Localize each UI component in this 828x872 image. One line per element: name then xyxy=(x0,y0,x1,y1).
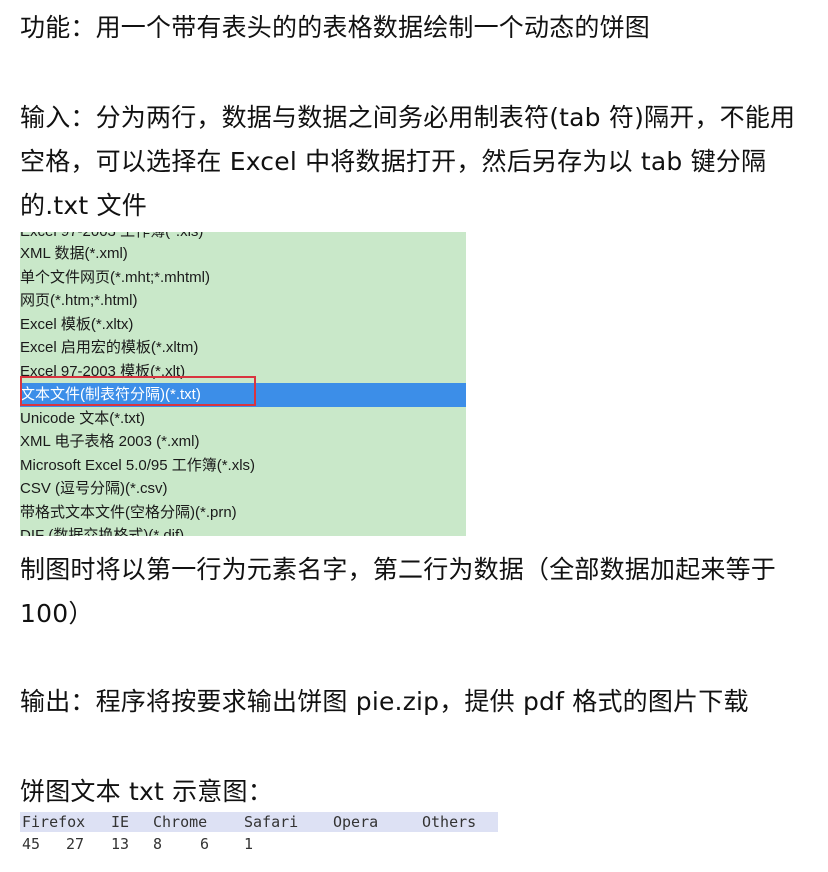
txt-values-row: 45 27 13 8 6 1 xyxy=(20,834,498,854)
save-type-item[interactable]: XML 数据(*.xml) xyxy=(20,242,466,266)
txt-header-cell: Safari xyxy=(244,813,299,831)
txt-value-cell: 6 xyxy=(200,835,210,853)
save-type-item-selected[interactable]: 文本文件(制表符分隔)(*.txt) xyxy=(20,383,466,407)
save-type-item[interactable]: 单个文件网页(*.mht;*.mhtml) xyxy=(20,266,466,290)
save-type-item[interactable]: 网页(*.htm;*.html) xyxy=(20,289,466,313)
function-paragraph: 功能：用一个带有表头的的表格数据绘制一个动态的饼图 xyxy=(20,13,651,42)
txt-value-cell: 27 xyxy=(66,835,85,853)
save-type-item[interactable]: Excel 模板(*.xltx) xyxy=(20,313,466,337)
txt-header-cell: Others xyxy=(422,813,477,831)
txt-value-cell: 45 xyxy=(22,835,41,853)
save-type-item[interactable]: 带格式文本文件(空格分隔)(*.prn) xyxy=(20,501,466,525)
txt-value-cell: 13 xyxy=(111,835,130,853)
save-type-item[interactable]: Excel 97-2003 模板(*.xlt) xyxy=(20,360,466,384)
input-paragraph: 输入：分为两行，数据与数据之间务必用制表符(tab 符)隔开，不能用空格，可以选… xyxy=(20,103,796,220)
txt-header-cell: Chrome xyxy=(153,813,208,831)
txt-sample-image: Firefox IE Chrome Safari Opera Others 45… xyxy=(20,812,498,854)
txt-header-cell: Firefox xyxy=(22,813,86,831)
save-type-item[interactable]: CSV (逗号分隔)(*.csv) xyxy=(20,477,466,501)
sample-caption: 饼图文本 txt 示意图： xyxy=(20,777,273,806)
save-type-item[interactable]: XML 电子表格 2003 (*.xml) xyxy=(20,430,466,454)
excel-save-as-list: Excel 97-2003 工作簿(*.xls) XML 数据(*.xml) 单… xyxy=(20,232,466,536)
draw-paragraph: 制图时将以第一行为元素名字，第二行为数据（全部数据加起来等于 100） xyxy=(20,555,777,628)
txt-value-cell: 1 xyxy=(244,835,254,853)
txt-header-cell: IE xyxy=(111,813,130,831)
txt-value-cell: 8 xyxy=(153,835,163,853)
save-type-item[interactable]: Microsoft Excel 5.0/95 工作簿(*.xls) xyxy=(20,454,466,478)
output-paragraph: 输出：程序将按要求输出饼图 pie.zip，提供 pdf 格式的图片下载 xyxy=(20,687,749,716)
txt-header-cell: Opera xyxy=(333,813,379,831)
txt-header-row: Firefox IE Chrome Safari Opera Others xyxy=(20,812,498,832)
save-type-item[interactable]: Unicode 文本(*.txt) xyxy=(20,407,466,431)
save-type-item[interactable]: Excel 启用宏的模板(*.xltm) xyxy=(20,336,466,360)
save-type-item[interactable]: DIF (数据交换格式)(*.dif) xyxy=(20,524,466,536)
